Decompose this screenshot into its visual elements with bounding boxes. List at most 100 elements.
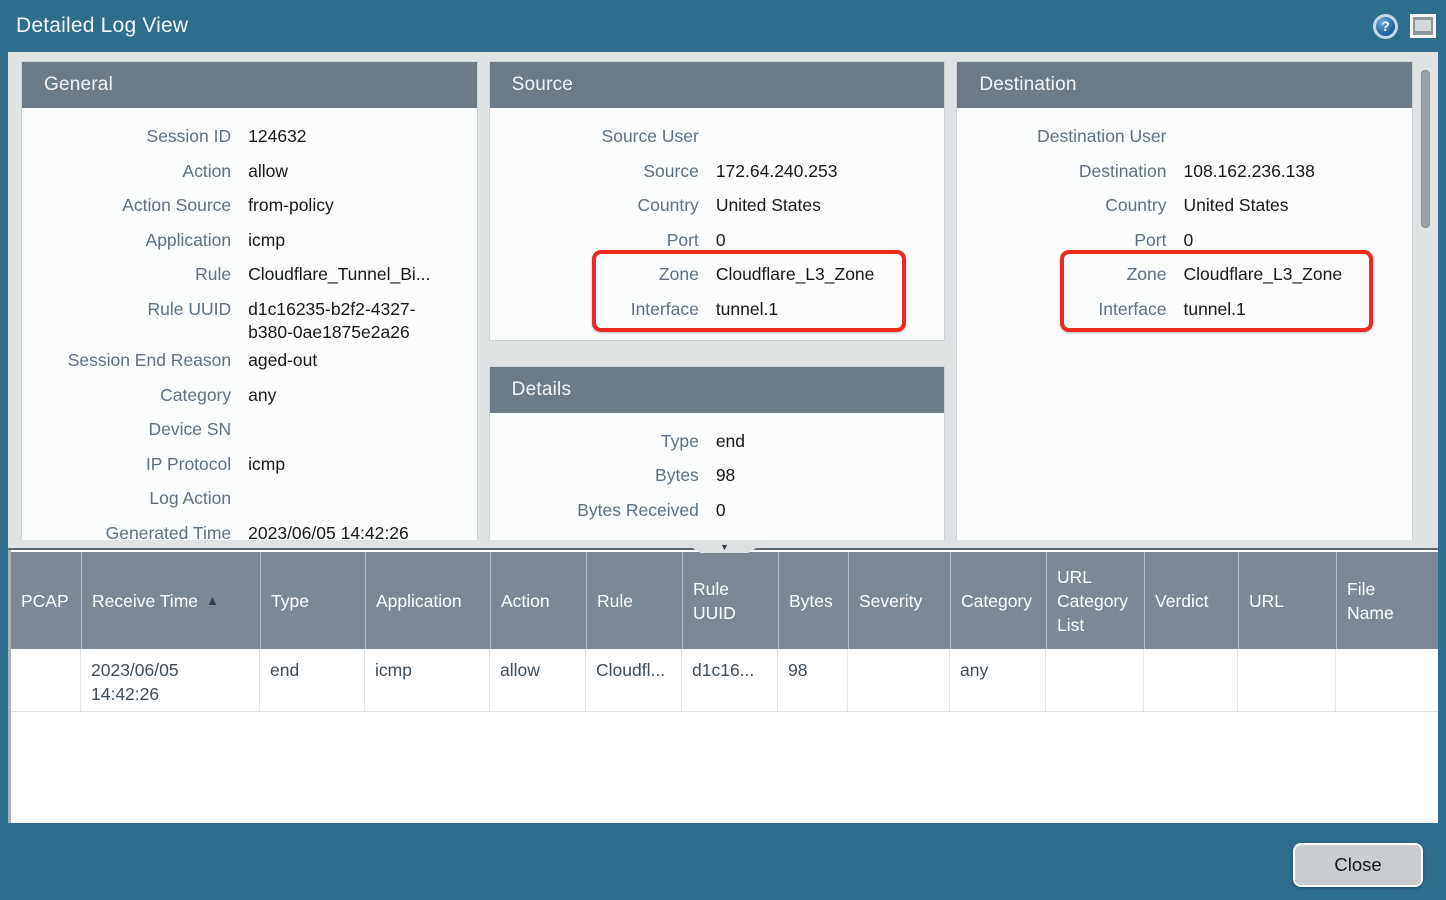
column-header-receive-time[interactable]: Receive Time▲ (81, 552, 260, 649)
source-panel-body: Source User Source172.64.240.253 Country… (490, 108, 945, 340)
vertical-scrollbar (1420, 64, 1431, 530)
field-label: Interface (490, 293, 699, 321)
field-row: Device SN (22, 413, 477, 448)
cell-url-category-list (1046, 649, 1144, 711)
field-label: Port (490, 224, 699, 252)
window-restore-icon-inner (1415, 20, 1431, 31)
field-row: Bytes98 (490, 459, 945, 494)
field-row: Port0 (957, 224, 1412, 259)
field-value: 2023/06/05 14:42:26 (231, 517, 477, 540)
help-icon[interactable]: ? (1373, 14, 1398, 39)
destination-panel-header: Destination (957, 62, 1412, 108)
field-label: Rule UUID (22, 293, 231, 321)
field-row: Source User (490, 120, 945, 155)
field-row: Bytes Received0 (490, 494, 945, 529)
column-header-bytes[interactable]: Bytes (778, 552, 848, 649)
field-value: tunnel.1 (699, 293, 945, 321)
column-header-file-name[interactable]: File Name (1336, 552, 1438, 649)
field-label: Log Action (22, 482, 231, 510)
field-value: Cloudflare_L3_Zone (699, 258, 945, 286)
field-label: Interface (957, 293, 1166, 321)
column-header-type[interactable]: Type (260, 552, 365, 649)
general-column: General Session ID124632 Actionallow Act… (22, 62, 477, 540)
cell-action: allow (490, 649, 586, 711)
field-label: Session ID (22, 120, 231, 148)
field-row: Categoryany (22, 379, 477, 414)
field-row: CountryUnited States (490, 189, 945, 224)
field-value (231, 413, 477, 418)
field-label: Country (957, 189, 1166, 217)
field-label: Application (22, 224, 231, 252)
field-value: Cloudflare_L3_Zone (1166, 258, 1412, 286)
cell-receive-time: 2023/06/05 14:42:26 (81, 649, 260, 711)
field-value: 0 (1166, 224, 1412, 252)
window-restore-icon[interactable] (1410, 14, 1436, 38)
cell-category: any (950, 649, 1046, 711)
field-row: Source172.64.240.253 (490, 155, 945, 190)
field-value: 124632 (231, 120, 477, 148)
field-row: Rule UUIDd1c16235-b2f2-4327-b380-0ae1875… (22, 293, 477, 344)
field-label: Source (490, 155, 699, 183)
close-button[interactable]: Close (1293, 843, 1423, 887)
field-label: Zone (957, 258, 1166, 286)
scrollbar-thumb[interactable] (1421, 70, 1430, 228)
field-value: icmp (231, 224, 477, 252)
field-value (231, 482, 477, 487)
column-header-url-category-list[interactable]: URL Category List (1046, 552, 1144, 649)
help-icon-glyph: ? (1381, 18, 1390, 34)
column-header-severity[interactable]: Severity (848, 552, 950, 649)
field-label: Device SN (22, 413, 231, 441)
field-row: ZoneCloudflare_L3_Zone (957, 258, 1412, 293)
field-row: Session ID124632 (22, 120, 477, 155)
column-header-label: Category (961, 589, 1032, 613)
field-label: Destination User (957, 120, 1166, 148)
field-label: Zone (490, 258, 699, 286)
field-value: United States (1166, 189, 1412, 217)
field-value (1166, 120, 1412, 125)
field-label: Session End Reason (22, 344, 231, 372)
column-header-rule-uuid[interactable]: Rule UUID (682, 552, 778, 649)
column-header-url[interactable]: URL (1238, 552, 1336, 649)
field-label: Source User (490, 120, 699, 148)
cell-url (1238, 649, 1336, 711)
column-header-label: Type (271, 589, 309, 613)
field-row: CountryUnited States (957, 189, 1412, 224)
general-panel-body: Session ID124632 Actionallow Action Sour… (22, 108, 477, 540)
column-header-pcap[interactable]: PCAP (11, 552, 81, 649)
source-zone-interface-group: ZoneCloudflare_L3_Zone Interfacetunnel.1 (490, 258, 945, 327)
field-row: Session End Reasonaged-out (22, 344, 477, 379)
field-value: d1c16235-b2f2-4327-b380-0ae1875e2a26 (231, 293, 451, 344)
general-panel-header: General (22, 62, 477, 108)
field-label: IP Protocol (22, 448, 231, 476)
cell-application: icmp (365, 649, 490, 711)
field-row: RuleCloudflare_Tunnel_Bi... (22, 258, 477, 293)
cell-rule: Cloudfl... (586, 649, 682, 711)
cell-file-name (1336, 649, 1438, 711)
column-header-application[interactable]: Application (365, 552, 490, 649)
field-value: any (231, 379, 477, 407)
column-header-verdict[interactable]: Verdict (1144, 552, 1238, 649)
field-label: Rule (22, 258, 231, 286)
titlebar: Detailed Log View ? (0, 0, 1446, 52)
column-header-rule[interactable]: Rule (586, 552, 682, 649)
field-row: Destination User (957, 120, 1412, 155)
details-panel: Details Typeend Bytes98 Bytes Received0 (490, 367, 945, 540)
field-row: ZoneCloudflare_L3_Zone (490, 258, 945, 293)
general-panel: General Session ID124632 Actionallow Act… (22, 62, 477, 540)
source-panel-header: Source (490, 62, 945, 108)
source-details-column: Source Source User Source172.64.240.253 … (490, 62, 945, 540)
column-header-action[interactable]: Action (490, 552, 586, 649)
field-row: Log Action (22, 482, 477, 517)
column-header-label: URL Category List (1057, 565, 1134, 637)
field-value: 108.162.236.138 (1166, 155, 1412, 183)
field-value: Cloudflare_Tunnel_Bi... (231, 258, 477, 286)
field-value: tunnel.1 (1166, 293, 1412, 321)
log-table-header-row: PCAP Receive Time▲ Type Application Acti… (11, 552, 1438, 649)
field-value: 98 (699, 459, 945, 487)
destination-panel-body: Destination User Destination108.162.236.… (957, 108, 1412, 340)
column-header-category[interactable]: Category (950, 552, 1046, 649)
column-header-label: File Name (1347, 577, 1410, 625)
field-label: Destination (957, 155, 1166, 183)
details-panel-header: Details (490, 367, 945, 413)
table-row[interactable]: 2023/06/05 14:42:26 end icmp allow Cloud… (11, 649, 1438, 712)
